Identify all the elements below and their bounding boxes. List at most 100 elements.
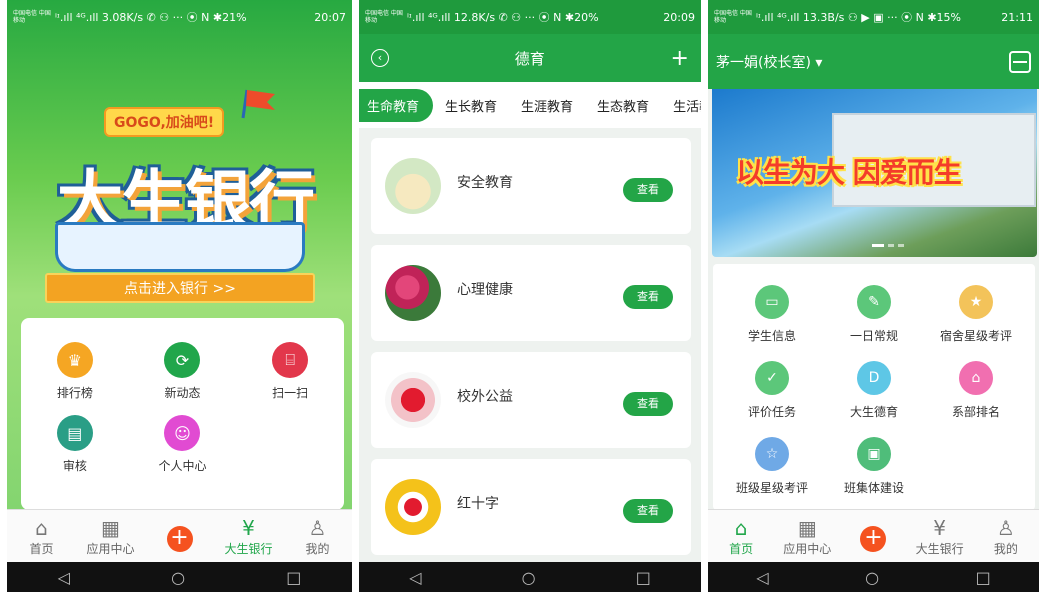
recent-nav-icon[interactable]: □: [286, 568, 301, 587]
view-button[interactable]: 查看: [623, 285, 673, 309]
banner-slogan: 以生为大 因爱而生: [736, 156, 962, 189]
clock: 20:09: [663, 10, 695, 24]
quick-menu-label: 扫一扫: [272, 386, 309, 400]
feature-label: 评价任务: [747, 405, 796, 419]
feature-item[interactable]: ▭ 学生信息: [721, 280, 823, 344]
feature-label: 学生信息: [747, 329, 796, 343]
back-nav-icon[interactable]: ◁: [756, 568, 768, 587]
tab-home[interactable]: ⌂ 首页: [12, 516, 72, 557]
home-screen: 中国电信 中国移动 ⁱᶦ.ıll ⁴ᴳ.ıll 13.3B/s ⚇ ▶ ▣ ··…: [708, 0, 1039, 592]
education-item[interactable]: 安全教育 查看: [371, 138, 691, 234]
back-nav-icon[interactable]: ◁: [409, 568, 421, 587]
item-title: 校外公益: [457, 389, 513, 405]
home-rank-icon: ⌂: [959, 361, 993, 395]
status-icons: ⁱᶦ.ıll ⁴ᴳ.ıll 3.08K/s ✆ ⚇ ··· ⦿ N ✱21%: [55, 11, 247, 24]
tab-apps[interactable]: ▦ 应用中心: [777, 516, 837, 557]
tab-label: 首页: [729, 541, 754, 556]
feature-label: 大生德育: [849, 405, 898, 419]
carrier-label: 中国电信 中国移动: [365, 10, 403, 24]
education-item[interactable]: 红十字 查看: [371, 459, 691, 555]
page-title: 德育: [514, 49, 545, 68]
tab-label: 大生银行: [915, 541, 964, 556]
feature-item[interactable]: ✎ 一日常规: [823, 280, 925, 344]
quick-menu-card: ♛ 排行榜 ⟳ 新动态 ⌸ 扫一扫 ▤ 审核 ☺ 个人中心: [21, 318, 344, 510]
status-icons: ⁱᶦ.ıll ⁴ᴳ.ıll 12.8K/s ✆ ⚇ ··· ⦿ N ✱20%: [407, 11, 599, 24]
school-banner[interactable]: 以生为大 因爱而生: [712, 89, 1037, 257]
tab-yen[interactable]: ¥ 大生银行: [219, 516, 279, 557]
category-tab[interactable]: 生长教育: [433, 96, 509, 115]
clipboard-icon: ▤: [56, 415, 93, 451]
feature-item[interactable]: ▣ 班集体建设: [823, 432, 925, 496]
quick-menu-item[interactable]: ♛ 排行榜: [21, 342, 129, 401]
category-tab[interactable]: 生涯教育: [509, 96, 585, 115]
enter-bank-button[interactable]: 点击进入银行 >>: [45, 273, 315, 303]
quick-menu-item[interactable]: ⟳ 新动态: [129, 342, 237, 401]
feature-label: 系部排名: [951, 405, 1000, 419]
tab-label: 首页: [29, 541, 54, 556]
home-nav-icon[interactable]: ○: [865, 568, 879, 587]
tab-yen[interactable]: ¥ 大生银行: [910, 516, 970, 557]
user-role-selector[interactable]: 茅一娟(校长室) ▾: [716, 52, 822, 72]
item-thumbnail: [385, 372, 441, 428]
education-item[interactable]: 心理健康 查看: [371, 245, 691, 341]
class-star-icon: ☆: [755, 437, 789, 471]
feature-grid-card: ▭ 学生信息 ✎ 一日常规 ★ 宿舍星级考评 ✓ 评价任务 D 大生德育 ⌂ 系部排名 ☆ 班级星级考评 ▣…: [713, 264, 1035, 510]
recent-nav-icon[interactable]: □: [636, 568, 651, 587]
tab-label: 我的: [305, 541, 330, 556]
apps-icon: ▦: [101, 515, 120, 540]
quick-menu-item[interactable]: ▤ 审核: [21, 415, 129, 474]
category-tab[interactable]: 生活教育: [661, 96, 701, 115]
tab-label: 应用中心: [86, 541, 135, 556]
item-title: 安全教育: [457, 175, 513, 191]
carousel-dot: [898, 244, 904, 247]
quick-menu-item[interactable]: ☺ 个人中心: [129, 415, 237, 474]
view-button[interactable]: 查看: [623, 499, 673, 523]
tab-label: 应用中心: [783, 541, 832, 556]
add-icon[interactable]: +: [671, 46, 689, 71]
tab-user[interactable]: ♙ 我的: [976, 516, 1036, 557]
feature-label: 班级星级考评: [735, 481, 808, 495]
view-button[interactable]: 查看: [623, 178, 673, 202]
feature-label: 班集体建设: [843, 481, 904, 495]
home-nav-icon[interactable]: ○: [522, 568, 536, 587]
quick-menu-label: 排行榜: [56, 386, 93, 400]
category-tab[interactable]: 生命教育: [359, 88, 434, 122]
status-icons: ⁱᶦ.ıll ⁴ᴳ.ıll 13.3B/s ⚇ ▶ ▣ ··· ⦿ N ✱15%: [756, 11, 961, 24]
tab-plus[interactable]: +: [843, 520, 903, 552]
back-icon[interactable]: ‹: [371, 49, 389, 67]
feature-label: 一日常规: [849, 329, 898, 343]
category-tabs: 生命教育生长教育生涯教育生态教育生活教育: [359, 82, 701, 128]
tab-label: 大生银行: [224, 541, 273, 556]
feature-item[interactable]: ✓ 评价任务: [721, 356, 823, 420]
education-item[interactable]: 校外公益 查看: [371, 352, 691, 448]
feature-item[interactable]: ⌂ 系部排名: [925, 356, 1027, 420]
plus-icon: +: [860, 526, 887, 552]
flag-icon: [241, 89, 275, 119]
recent-nav-icon[interactable]: □: [976, 568, 991, 587]
quick-menu-item[interactable]: ⌸ 扫一扫: [236, 342, 344, 401]
moral-education-screen: 中国电信 中国移动 ⁱᶦ.ıll ⁴ᴳ.ıll 12.8K/s ✆ ⚇ ··· …: [359, 0, 701, 592]
item-title: 心理健康: [457, 282, 513, 298]
tab-apps[interactable]: ▦ 应用中心: [81, 516, 141, 557]
category-tab[interactable]: 生态教育: [585, 96, 661, 115]
feature-item[interactable]: ★ 宿舍星级考评: [925, 280, 1027, 344]
tab-plus[interactable]: +: [150, 520, 210, 552]
quick-menu-label: 审核: [62, 459, 87, 473]
home-icon: ⌂: [35, 515, 48, 540]
yen-icon: ¥: [242, 515, 255, 540]
quick-menu-label: 新动态: [164, 386, 201, 400]
slogan-badge: GOGO,加油吧!: [104, 107, 225, 137]
tab-home[interactable]: ⌂ 首页: [711, 516, 771, 557]
back-nav-icon[interactable]: ◁: [58, 568, 70, 587]
item-thumbnail: [385, 265, 441, 321]
edit-icon: ✎: [857, 285, 891, 319]
education-list: 安全教育 查看 心理健康 查看 校外公益 查看 红十字 查看: [371, 138, 691, 566]
feature-item[interactable]: ☆ 班级星级考评: [721, 432, 823, 496]
home-nav-icon[interactable]: ○: [171, 568, 185, 587]
feature-item[interactable]: D 大生德育: [823, 356, 925, 420]
view-button[interactable]: 查看: [623, 392, 673, 416]
scan-icon[interactable]: [1009, 50, 1031, 73]
tab-user[interactable]: ♙ 我的: [288, 516, 348, 557]
system-nav-bar: ◁ ○ □: [359, 562, 701, 592]
carousel-dot: [872, 244, 884, 247]
